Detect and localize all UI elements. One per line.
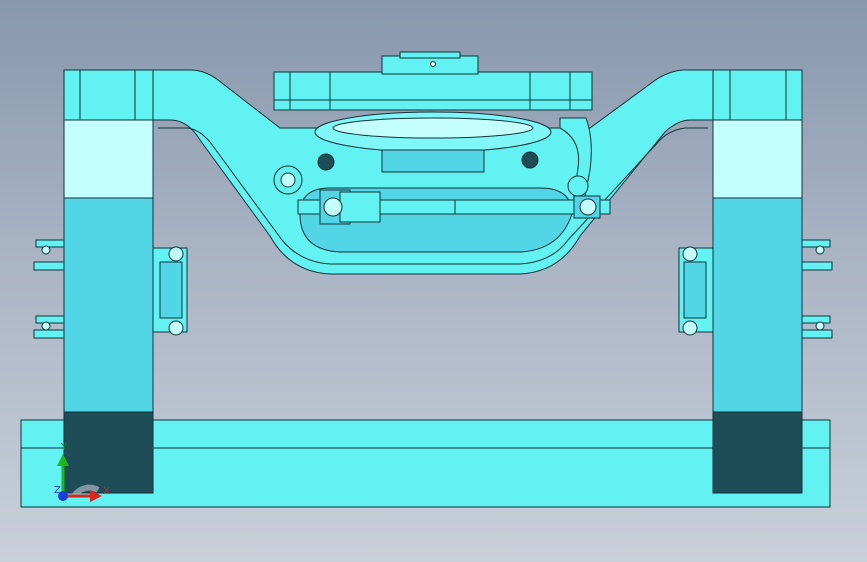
bogie-model[interactable] [0, 0, 867, 562]
left-bolts [33, 239, 65, 339]
bolster-top [273, 71, 593, 111]
z-axis-label: Z [54, 485, 61, 496]
y-axis-label: Y [61, 442, 68, 453]
right-damper [678, 246, 714, 336]
coordinate-triad: X Y Z [44, 440, 124, 510]
right-column [712, 69, 803, 494]
cad-viewport[interactable]: X Y Z [0, 0, 867, 562]
triad-arrows-icon [57, 454, 102, 502]
x-axis-label: X [103, 486, 110, 497]
left-damper [152, 246, 188, 336]
right-bolts [801, 239, 833, 339]
center-pivot-cap [381, 55, 479, 75]
left-column [63, 69, 154, 494]
